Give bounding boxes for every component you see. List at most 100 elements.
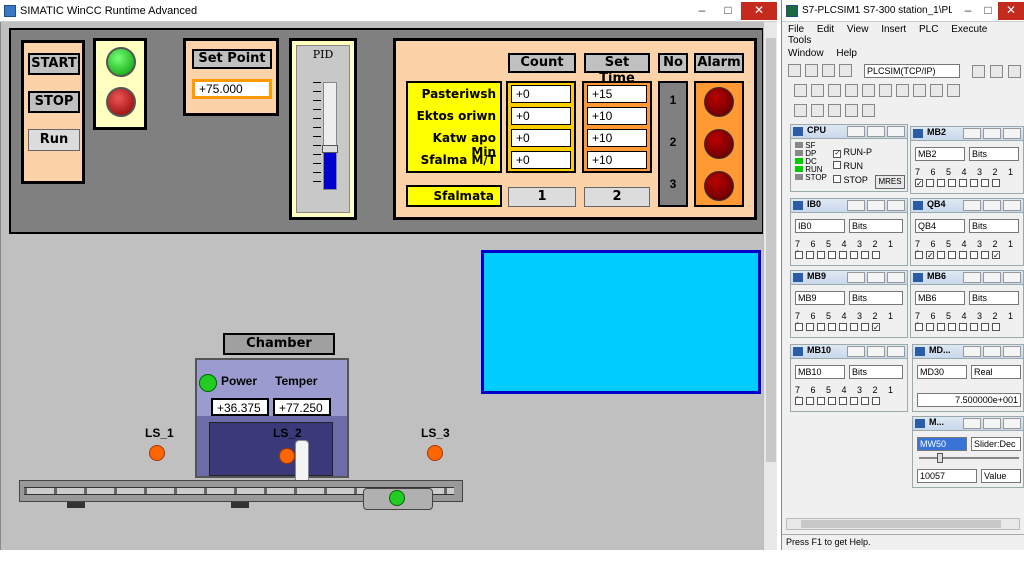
mw50-value-format[interactable]: Value [981, 469, 1021, 483]
md30-format[interactable]: Real [971, 365, 1021, 379]
mb9-format[interactable]: Bits [849, 291, 903, 305]
pause-icon[interactable] [828, 104, 841, 118]
mw50-address[interactable]: MW50 [917, 437, 967, 451]
pid-label: PID [312, 48, 334, 61]
pid-bar [322, 82, 338, 190]
ib0-bits[interactable] [795, 251, 883, 259]
menu-help[interactable]: Help [836, 48, 857, 59]
mb10-bits[interactable] [795, 397, 883, 405]
single-scan-icon[interactable] [811, 104, 824, 118]
count-field[interactable]: +0 [511, 107, 571, 125]
step-icon[interactable] [845, 104, 858, 118]
hmi-screen: START STOP Run Set Point +75.000 PID Cou… [0, 22, 777, 550]
paste-icon[interactable] [1008, 65, 1021, 78]
scrollbar-thumb[interactable] [766, 38, 776, 462]
md30-value[interactable]: 7.500000e+001 [917, 393, 1021, 407]
start-button[interactable]: START [28, 53, 80, 75]
count-field[interactable]: +0 [511, 151, 571, 169]
mb6-address[interactable]: MB6 [915, 291, 965, 305]
menu-window[interactable]: Window [788, 48, 824, 59]
menu-insert[interactable]: Insert [881, 24, 906, 35]
maximize-button[interactable]: □ [715, 2, 741, 20]
no-header: No [658, 53, 688, 73]
mb10-address[interactable]: MB10 [795, 365, 845, 379]
plc-close-button[interactable]: ✕ [998, 1, 1024, 20]
new-icon[interactable] [788, 64, 801, 78]
insert-tool-icon[interactable] [794, 84, 807, 98]
qb4-bits[interactable]: ✓ ✓ [915, 251, 1003, 260]
mb6-bits[interactable] [915, 323, 1003, 331]
md30-address[interactable]: MD30 [917, 365, 967, 379]
stop-checkbox[interactable] [833, 175, 841, 183]
minimize-button[interactable]: – [689, 2, 715, 20]
save-icon[interactable] [822, 64, 835, 78]
settime-field[interactable]: +10 [587, 129, 647, 147]
run-mode-icon[interactable] [794, 104, 807, 118]
menu-execute[interactable]: Execute [951, 24, 987, 35]
run-checkbox[interactable] [833, 161, 841, 169]
menu-plc[interactable]: PLC [919, 24, 938, 35]
number-label: 1 [669, 93, 677, 107]
qb4-format[interactable]: Bits [969, 219, 1019, 233]
run-button[interactable]: Run [28, 129, 80, 151]
runp-checkbox[interactable]: ✓ [833, 150, 841, 158]
plcsim-app-icon [786, 4, 798, 17]
number-column: 1 2 3 [658, 81, 688, 207]
status-bar: Press F1 to get Help. [782, 534, 1024, 550]
mb9-bits[interactable]: ✓ [795, 323, 883, 332]
timer-reset-icon[interactable] [862, 104, 875, 118]
hscroll-thumb[interactable] [801, 520, 1001, 528]
count-field[interactable]: +0 [511, 85, 571, 103]
mw50-slider-handle[interactable] [937, 453, 943, 463]
open-icon[interactable] [805, 64, 818, 78]
print-icon[interactable] [839, 64, 852, 78]
pid-slider-handle[interactable] [322, 145, 338, 153]
plc-maximize-button[interactable]: □ [978, 2, 998, 20]
insert-tool-icon[interactable] [879, 84, 892, 98]
mb2-bits[interactable]: ✓ [915, 179, 1003, 188]
ib0-format[interactable]: Bits [849, 219, 903, 233]
settime-field[interactable]: +10 [587, 107, 647, 125]
horizontal-scrollbar[interactable] [786, 518, 1020, 530]
cut-icon[interactable] [972, 65, 985, 78]
ls3-sensor [427, 445, 443, 461]
insert-tool-icon[interactable] [828, 84, 841, 98]
mb9-address[interactable]: MB9 [795, 291, 845, 305]
mb10-format[interactable]: Bits [849, 365, 903, 379]
control-panel: START STOP Run Set Point +75.000 PID Cou… [9, 28, 764, 234]
count-header: Count [508, 53, 576, 73]
copy-icon[interactable] [990, 65, 1003, 78]
insert-tool-icon[interactable] [913, 84, 926, 98]
menu-edit[interactable]: Edit [817, 24, 834, 35]
setpoint-input[interactable]: +75.000 [192, 79, 272, 99]
connection-select[interactable]: PLCSIM(TCP/IP) [864, 64, 960, 78]
settime-field[interactable]: +10 [587, 151, 647, 169]
menu-tools[interactable]: Tools [788, 35, 811, 46]
error-button-2[interactable]: 2 [584, 187, 650, 207]
insert-tool-icon[interactable] [811, 84, 824, 98]
plc-minimize-button[interactable]: – [958, 2, 978, 20]
stop-button[interactable]: STOP [28, 91, 80, 113]
insert-tool-icon[interactable] [862, 84, 875, 98]
insert-tool-icon[interactable] [845, 84, 858, 98]
insert-tool-icon[interactable] [947, 84, 960, 98]
mb9-window: MB9 MB9 Bits 7 6 5 4 3 2 1 0 ✓ [790, 270, 908, 338]
count-field[interactable]: +0 [511, 129, 571, 147]
close-button[interactable]: ✕ [741, 1, 777, 20]
vertical-scrollbar[interactable] [763, 22, 777, 550]
mw50-value[interactable]: 10057 [917, 469, 977, 483]
insert-tool-icon[interactable] [896, 84, 909, 98]
error-button-1[interactable]: 1 [508, 187, 576, 207]
mres-button[interactable]: MRES [875, 175, 905, 189]
mw50-format[interactable]: Slider:Dec [971, 437, 1021, 451]
menu-file[interactable]: File [788, 24, 804, 35]
settime-field[interactable]: +15 [587, 85, 647, 103]
mb2-address[interactable]: MB2 [915, 147, 965, 161]
menu-view[interactable]: View [847, 24, 869, 35]
qb4-address[interactable]: QB4 [915, 219, 965, 233]
ib0-address[interactable]: IB0 [795, 219, 845, 233]
insert-tool-icon[interactable] [930, 84, 943, 98]
mb6-format[interactable]: Bits [969, 291, 1019, 305]
mb2-format[interactable]: Bits [969, 147, 1019, 161]
plcsim-title: S7-PLCSIM1 S7-300 station_1\PLC_1 [802, 5, 952, 16]
